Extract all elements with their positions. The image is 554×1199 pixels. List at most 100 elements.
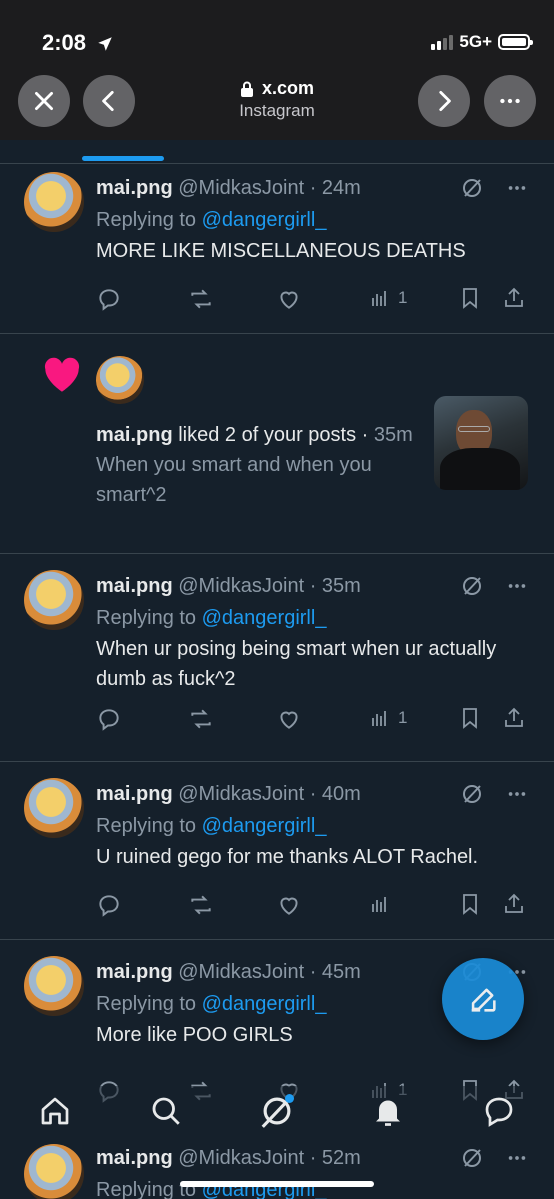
- avatar[interactable]: [24, 1144, 84, 1199]
- grok-icon[interactable]: [460, 782, 484, 806]
- grok-icon[interactable]: [460, 176, 484, 200]
- like-action: liked 2 of your posts ·: [172, 424, 374, 446]
- more-button[interactable]: [484, 75, 536, 127]
- notifications-tabs: [0, 140, 554, 164]
- reply-top-icons: [460, 782, 528, 806]
- reply-item[interactable]: mai.png @MidkasJoint · 40m Replying to @…: [0, 762, 554, 940]
- like-body: mai.png liked 2 of your posts · 35m When…: [96, 420, 414, 510]
- views-button[interactable]: 1: [368, 286, 407, 310]
- replying-prefix: Replying to: [96, 993, 202, 1015]
- like-icon[interactable]: [276, 892, 302, 918]
- handle-time: @MidkasJoint · 35m: [178, 575, 361, 597]
- forward-button[interactable]: [418, 75, 470, 127]
- reply-item[interactable]: mai.png @MidkasJoint · 24m Replying to @…: [0, 164, 554, 334]
- views-icon: [368, 286, 392, 310]
- mention-link[interactable]: @dangergirll_: [202, 815, 327, 837]
- active-tab-indicator[interactable]: [82, 156, 164, 161]
- status-indicators: 5G+: [431, 32, 533, 52]
- display-name[interactable]: mai.png: [96, 783, 173, 805]
- bookmark-icon[interactable]: [458, 286, 482, 310]
- chevron-left-icon: [96, 88, 122, 114]
- repost-icon[interactable]: [188, 706, 214, 732]
- reply-item[interactable]: mai.png @MidkasJoint · 52m Replying to @…: [0, 1138, 554, 1199]
- browser-chrome: 2:08 5G+ x.com Instagram: [0, 0, 554, 140]
- grok-icon[interactable]: [258, 1092, 296, 1130]
- compose-button[interactable]: [442, 958, 524, 1040]
- share-icon[interactable]: [502, 706, 526, 730]
- close-icon: [31, 88, 57, 114]
- heart-icon: [42, 356, 82, 394]
- chevron-right-icon: [431, 88, 457, 114]
- address-bar[interactable]: x.com Instagram: [200, 78, 354, 121]
- lock-icon: [240, 81, 254, 97]
- reply-top-icons: [460, 1146, 528, 1170]
- replying-prefix: Replying to: [96, 209, 202, 231]
- avatar[interactable]: [24, 956, 84, 1016]
- reply-icon[interactable]: [96, 286, 122, 312]
- repost-icon[interactable]: [188, 286, 214, 312]
- home-icon[interactable]: [37, 1093, 73, 1129]
- handle-time: @MidkasJoint · 52m: [178, 1147, 361, 1169]
- grok-icon[interactable]: [460, 1146, 484, 1170]
- mention-link[interactable]: @dangergirll_: [202, 993, 327, 1015]
- display-name[interactable]: mai.png: [96, 575, 173, 597]
- like-icon[interactable]: [276, 706, 302, 732]
- more-horizontal-icon: [497, 88, 523, 114]
- reply-text: U ruined gego for me thanks ALOT Rachel.: [96, 846, 479, 868]
- liked-post-thumbnail[interactable]: [434, 396, 528, 490]
- replying-to: Replying to @dangergirll_: [96, 602, 530, 634]
- views-button[interactable]: 1: [368, 706, 407, 730]
- avatar[interactable]: [24, 172, 84, 232]
- replying-to: Replying to @dangergirll_: [96, 810, 530, 842]
- like-icon[interactable]: [276, 286, 302, 312]
- reply-item[interactable]: mai.png @MidkasJoint · 35m Replying to @…: [0, 554, 554, 762]
- reply-text: When ur posing being smart when ur actua…: [96, 638, 497, 690]
- like-time: 35m: [373, 424, 413, 446]
- messages-icon[interactable]: [481, 1093, 517, 1129]
- more-icon[interactable]: [506, 1147, 528, 1169]
- replying-to: Replying to @dangergirll_: [96, 204, 530, 236]
- more-icon[interactable]: [506, 177, 528, 199]
- close-button[interactable]: [18, 75, 70, 127]
- handle-time: @MidkasJoint · 24m: [178, 177, 361, 199]
- like-notification[interactable]: mai.png liked 2 of your posts · 35m When…: [0, 334, 554, 554]
- network-label: 5G+: [459, 32, 492, 51]
- share-icon[interactable]: [502, 286, 526, 310]
- mention-link[interactable]: @dangergirll_: [202, 607, 327, 629]
- mention-link[interactable]: @dangergirll_: [202, 209, 327, 231]
- action-bar: 1: [96, 286, 528, 316]
- back-button[interactable]: [83, 75, 135, 127]
- bookmark-icon[interactable]: [458, 706, 482, 730]
- views-count: 1: [398, 708, 408, 727]
- page-title: Instagram: [239, 101, 315, 120]
- action-bar: 1: [96, 706, 528, 736]
- location-arrow-icon: [96, 35, 114, 53]
- more-icon[interactable]: [506, 575, 528, 597]
- display-name[interactable]: mai.png: [96, 961, 173, 983]
- avatar[interactable]: [24, 570, 84, 630]
- display-name[interactable]: mai.png: [96, 177, 173, 199]
- signal-icon: [431, 34, 454, 50]
- views-icon: [368, 706, 392, 730]
- reply-text: MORE LIKE MISCELLANEOUS DEATHS: [96, 240, 466, 262]
- search-icon[interactable]: [148, 1093, 184, 1129]
- like-summary: mai.png liked 2 of your posts · 35m: [96, 420, 414, 450]
- display-name[interactable]: mai.png: [96, 424, 173, 446]
- more-icon[interactable]: [506, 783, 528, 805]
- handle-time: @MidkasJoint · 40m: [178, 783, 361, 805]
- bookmark-icon[interactable]: [458, 892, 482, 916]
- home-indicator: [180, 1181, 374, 1187]
- avatar[interactable]: [24, 778, 84, 838]
- replying-prefix: Replying to: [96, 815, 202, 837]
- reply-icon[interactable]: [96, 892, 122, 918]
- battery-icon: [498, 34, 533, 50]
- display-name[interactable]: mai.png: [96, 1147, 173, 1169]
- grok-icon[interactable]: [460, 574, 484, 598]
- liker-avatar[interactable]: [96, 356, 144, 404]
- share-icon[interactable]: [502, 892, 526, 916]
- views-icon[interactable]: [368, 892, 392, 916]
- notifications-icon[interactable]: [370, 1093, 406, 1129]
- reply-icon[interactable]: [96, 706, 122, 732]
- action-bar: [96, 892, 528, 922]
- repost-icon[interactable]: [188, 892, 214, 918]
